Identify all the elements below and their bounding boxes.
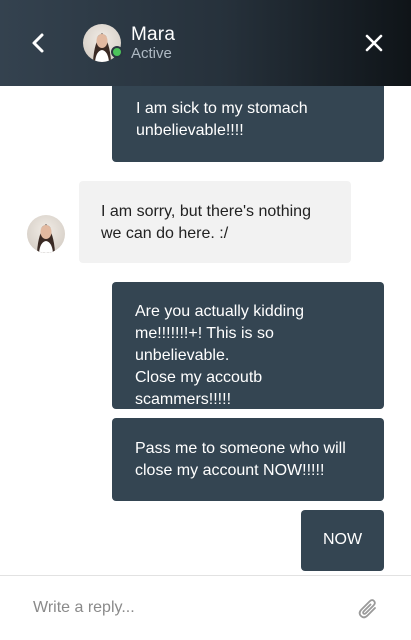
- back-button[interactable]: [24, 28, 52, 58]
- reply-input[interactable]: [18, 590, 338, 626]
- paperclip-icon: [358, 599, 376, 619]
- user-message: Pass me to someone who will close my acc…: [112, 418, 384, 501]
- user-message: NOW: [301, 510, 384, 571]
- close-icon: [365, 34, 383, 52]
- message-list[interactable]: I am sick to my stomach unbelievable!!!!…: [0, 86, 411, 575]
- agent-message: I am sorry, but there's nothing we can d…: [79, 181, 351, 263]
- user-message: I am sick to my stomach unbelievable!!!!: [112, 86, 384, 162]
- online-status-dot: [111, 46, 123, 58]
- chevron-left-icon: [32, 33, 44, 53]
- reply-composer: [0, 575, 411, 640]
- attach-button[interactable]: [353, 593, 383, 625]
- close-button[interactable]: [359, 28, 389, 58]
- user-message: Are you actually kidding me!!!!!!!+! Thi…: [112, 282, 384, 430]
- contact-name: Mara: [131, 24, 176, 45]
- contact-status: Active: [131, 45, 172, 62]
- agent-avatar: [27, 215, 65, 253]
- chat-header: Mara Active: [0, 0, 411, 86]
